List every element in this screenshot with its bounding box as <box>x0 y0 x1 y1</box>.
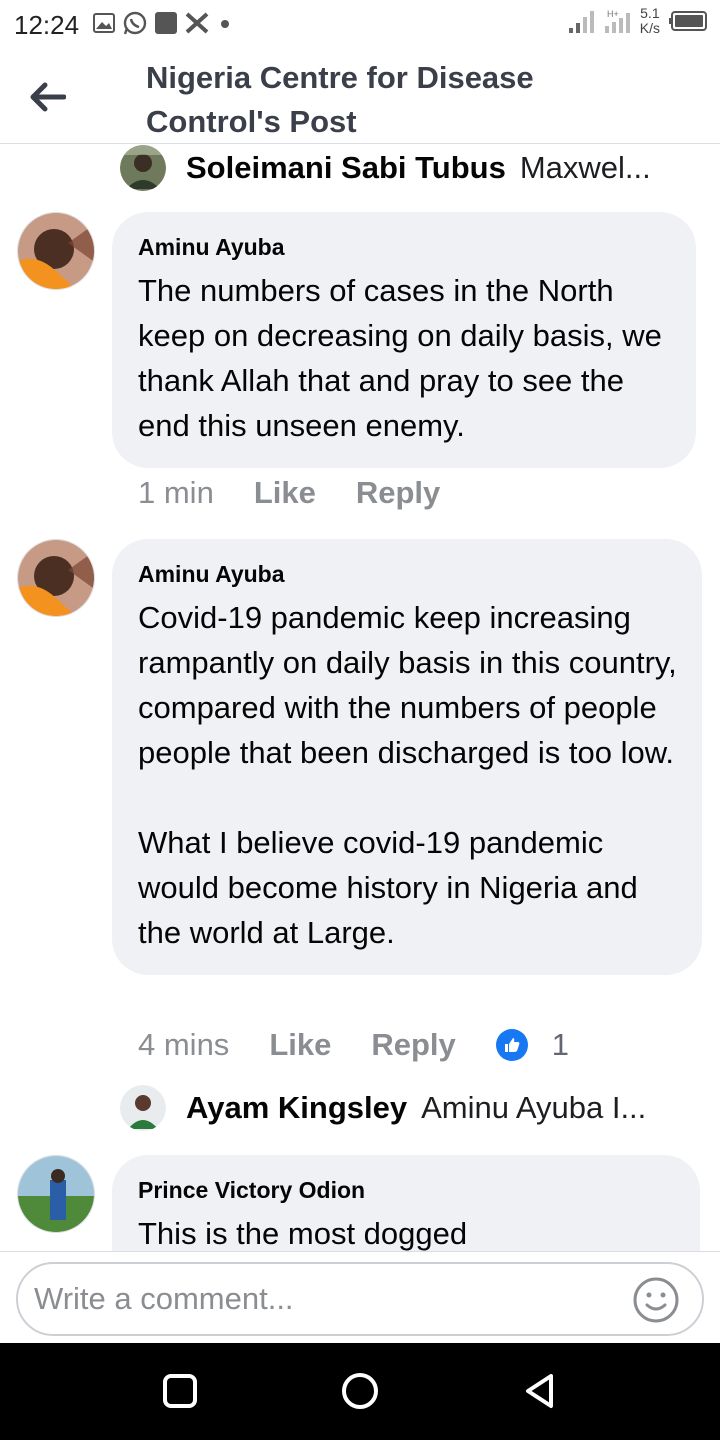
avatar[interactable] <box>17 1155 95 1233</box>
like-button[interactable]: Like <box>269 1027 331 1063</box>
comment-actions: 1 min Like Reply <box>138 475 480 511</box>
network-speed-unit: K/s <box>639 20 660 36</box>
x-icon <box>185 12 209 34</box>
comment-bubble[interactable]: Aminu Ayuba Covid-19 pandemic keep incre… <box>112 539 702 975</box>
comment-author[interactable]: Prince Victory Odion <box>138 1175 676 1205</box>
status-bar: 12:24 H+ 5.1 K/s <box>0 0 720 48</box>
like-button[interactable]: Like <box>254 475 316 511</box>
comment-text: This is the most dogged <box>138 1216 468 1251</box>
comment-author[interactable]: Aminu Ayuba <box>138 232 672 262</box>
comment-actions: 4 mins Like Reply 1 <box>138 1027 569 1063</box>
comment-bubble[interactable]: Prince Victory Odion This is the most do… <box>112 1155 700 1251</box>
comment-text: The numbers of cases in the North keep o… <box>138 273 662 443</box>
recents-icon[interactable] <box>160 1371 200 1411</box>
notification-icons <box>92 10 234 36</box>
like-reaction-icon[interactable] <box>495 1029 528 1061</box>
gallery-icon <box>93 13 115 33</box>
avatar <box>120 145 166 191</box>
reply-preview[interactable]: Ayam Kingsley Aminu Ayuba I... <box>120 1085 680 1131</box>
back-arrow-icon <box>30 82 66 112</box>
reply-preview[interactable]: Soleimani Sabi Tubus Maxwel... <box>120 145 680 191</box>
network-speed-value: 5.1 <box>640 5 660 21</box>
system-icons: H+ 5.1 K/s <box>568 6 708 36</box>
home-icon[interactable] <box>340 1371 380 1411</box>
reply-author[interactable]: Soleimani Sabi Tubus <box>186 150 506 186</box>
reply-author[interactable]: Ayam Kingsley <box>186 1090 407 1126</box>
reply-button[interactable]: Reply <box>356 475 440 511</box>
comment-composer[interactable] <box>16 1262 704 1336</box>
comments-feed[interactable]: Soleimani Sabi Tubus Maxwel... Aminu Ayu… <box>0 145 720 1251</box>
emoji-icon[interactable] <box>632 1276 680 1324</box>
comment-author[interactable]: Aminu Ayuba <box>138 559 678 589</box>
comment-input[interactable] <box>34 1274 614 1324</box>
back-nav-icon[interactable] <box>520 1371 560 1411</box>
whatsapp-icon <box>123 11 147 35</box>
status-time: 12:24 <box>14 10 80 40</box>
battery-icon <box>669 11 707 31</box>
reply-snippet: Maxwel... <box>519 150 651 185</box>
reaction-count[interactable]: 1 <box>552 1027 569 1063</box>
signal-icon <box>568 11 594 33</box>
dot-icon <box>221 20 229 28</box>
app-icon <box>155 12 177 34</box>
reply-button[interactable]: Reply <box>371 1027 455 1063</box>
avatar <box>120 1085 166 1131</box>
comment-bubble[interactable]: Aminu Ayuba The numbers of cases in the … <box>112 212 696 468</box>
svg-text:H+: H+ <box>607 9 619 19</box>
page-title: Nigeria Centre for Disease Control's Pos… <box>146 60 534 139</box>
header: Nigeria Centre for Disease Control's Pos… <box>0 48 720 144</box>
reply-snippet: Aminu Ayuba I... <box>421 1090 647 1125</box>
avatar[interactable] <box>17 539 95 617</box>
comment-time[interactable]: 4 mins <box>138 1027 229 1063</box>
back-button[interactable] <box>22 76 72 118</box>
comment-text: Covid-19 pandemic keep increasing rampan… <box>138 600 677 950</box>
network-speed: 5.1 K/s <box>640 6 660 36</box>
android-nav-bar <box>0 1343 720 1440</box>
comment-time[interactable]: 1 min <box>138 475 214 511</box>
signal-2-icon: H+ <box>604 9 630 33</box>
avatar[interactable] <box>17 212 95 290</box>
comment-composer-bar <box>0 1251 720 1343</box>
